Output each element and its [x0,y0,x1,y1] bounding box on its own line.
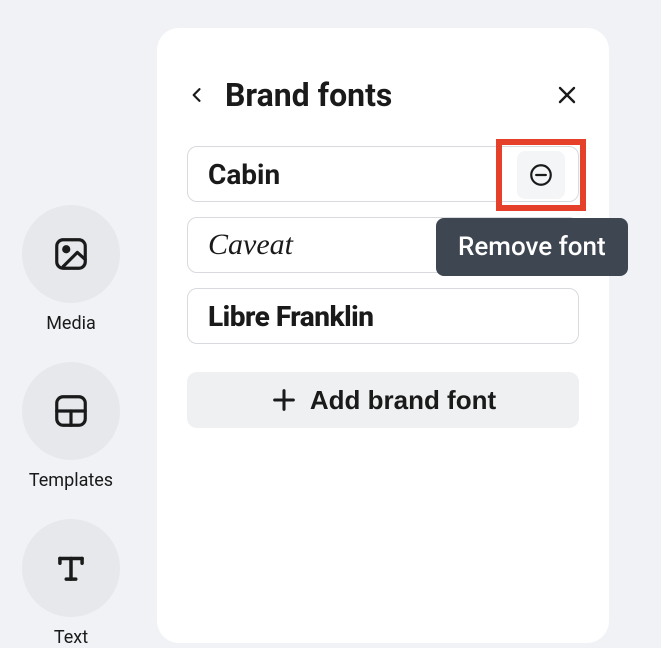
add-brand-font-button[interactable]: Add brand font [187,372,579,428]
remove-highlight [496,139,586,211]
sidebar-item-templates[interactable]: Templates [22,362,120,491]
remove-icon [528,162,554,188]
remove-font-tooltip: Remove font [436,218,628,276]
panel-header: Brand fonts [187,58,579,146]
font-item-libre-franklin[interactable]: Libre Franklin [187,288,579,344]
remove-font-button[interactable] [517,151,565,199]
sidebar-item-text[interactable]: Text [22,519,120,648]
chevron-left-icon [187,83,207,107]
templates-icon-circle [22,362,120,460]
font-name: Libre Franklin [208,300,564,333]
text-icon [52,549,90,587]
sidebar-item-label: Media [46,313,96,334]
sidebar-item-media[interactable]: Media [22,205,120,334]
plus-icon [270,386,298,414]
font-item-cabin[interactable]: Cabin [187,146,579,202]
close-button[interactable] [555,83,579,107]
close-icon [555,83,579,107]
sidebar-item-label: Templates [29,470,113,491]
image-icon [52,235,90,273]
panel-title: Brand fonts [225,76,537,114]
text-icon-circle [22,519,120,617]
add-button-label: Add brand font [310,385,496,416]
sidebar: Media Templates Text [22,205,120,648]
brand-fonts-panel: Brand fonts Cabin Caveat L [157,28,609,643]
layout-icon [52,392,90,430]
back-button[interactable] [187,83,207,107]
media-icon-circle [22,205,120,303]
sidebar-item-label: Text [54,627,88,648]
